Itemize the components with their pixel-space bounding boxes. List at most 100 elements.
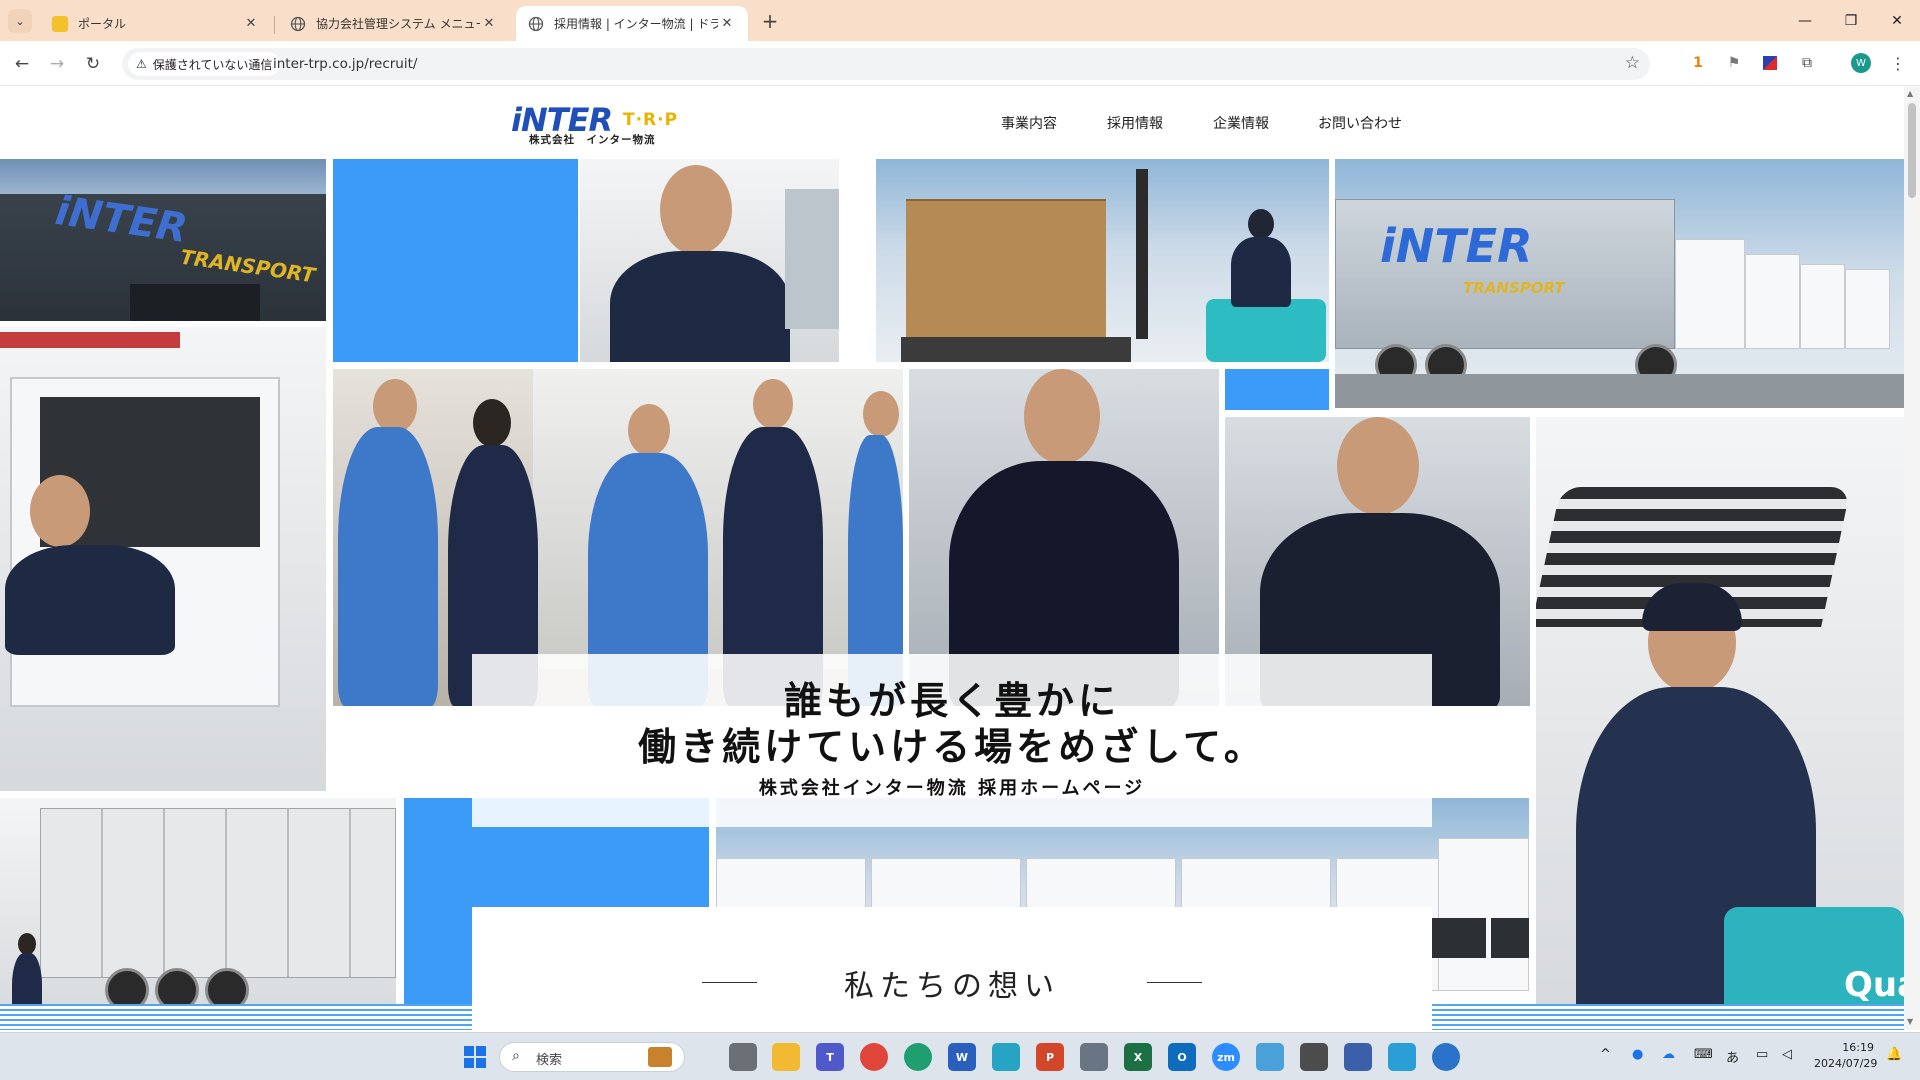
globe-icon — [290, 16, 306, 32]
person-head — [753, 379, 793, 429]
reload-button[interactable]: ↻ — [80, 51, 106, 77]
person-head — [1024, 369, 1100, 464]
volume-icon[interactable]: ◁ — [1782, 1047, 1792, 1062]
network-icon[interactable]: ▭ — [1756, 1047, 1768, 1062]
windows-start-icon[interactable] — [461, 1043, 489, 1071]
photo-building-sign: iNTER TRANSPORT — [0, 159, 326, 321]
window-close-button[interactable]: ✕ — [1874, 8, 1920, 34]
truck-front — [1438, 838, 1529, 991]
calculator-icon[interactable] — [1080, 1043, 1108, 1071]
onedrive-icon[interactable]: ☁ — [1662, 1047, 1675, 1062]
browser-menu-icon[interactable]: ⋮ — [1888, 53, 1908, 73]
nav-company[interactable]: 企業情報 — [1213, 113, 1269, 133]
truck-edge — [785, 189, 839, 329]
forward-button[interactable]: → — [44, 51, 70, 77]
section-title: 私たちの想い — [844, 969, 1060, 1004]
accent-block — [404, 928, 472, 1004]
chrome-icon[interactable] — [860, 1043, 888, 1071]
scroll-up-arrow[interactable]: ▲ — [1907, 89, 1913, 98]
page-scrollbar[interactable]: ▲ ▼ — [1904, 87, 1920, 1030]
clock-time: 16:19 — [1842, 1041, 1874, 1054]
extensions-puzzle-icon[interactable]: ⧉ — [1797, 53, 1817, 73]
forklift-sign: Qua — [1844, 965, 1904, 1005]
close-icon[interactable]: ✕ — [480, 16, 498, 31]
scroll-down-arrow[interactable]: ▼ — [1907, 1017, 1913, 1026]
task-view-icon[interactable] — [729, 1043, 757, 1071]
person-body — [338, 427, 438, 706]
tray-app-icon[interactable]: ● — [1632, 1047, 1643, 1062]
person-head — [18, 933, 36, 955]
url-text[interactable]: inter-trp.co.jp/recruit/ — [273, 56, 417, 72]
powerpoint-icon[interactable]: P — [1036, 1043, 1064, 1071]
new-tab-button[interactable]: + — [757, 8, 783, 34]
hero-heading-line2: 働き続けていける場をめざして。 — [638, 725, 1266, 769]
app-icon[interactable] — [1344, 1043, 1372, 1071]
minimize-button[interactable]: — — [1782, 8, 1828, 34]
restore-button[interactable]: ❐ — [1828, 8, 1874, 34]
outlook-icon[interactable]: O — [1168, 1043, 1196, 1071]
nav-contact[interactable]: お問い合わせ — [1318, 113, 1402, 133]
truck-side-panels — [40, 808, 396, 978]
excel-icon[interactable]: X — [1124, 1043, 1152, 1071]
extension-color-icon[interactable] — [1760, 53, 1780, 73]
extension-icon[interactable]: ⚑ — [1724, 53, 1744, 73]
tab-partner-system[interactable]: 協力会社管理システム メニュー ✕ — [278, 6, 510, 41]
truck-cab — [1745, 254, 1800, 349]
tab-title: ポータル — [78, 17, 127, 31]
close-icon[interactable]: ✕ — [718, 16, 736, 31]
app-icon[interactable] — [1300, 1043, 1328, 1071]
scroll-thumb[interactable] — [1908, 103, 1916, 198]
nav-recruit[interactable]: 採用情報 — [1107, 113, 1163, 133]
globe-icon — [528, 16, 544, 32]
person-helmet — [1248, 209, 1274, 239]
bookmark-star-icon[interactable]: ☆ — [1625, 53, 1640, 73]
word-icon[interactable]: W — [948, 1043, 976, 1071]
road — [1335, 374, 1904, 408]
security-indicator[interactable]: ⚠ 保護されていない通信 — [128, 52, 281, 76]
person-head — [30, 475, 90, 547]
title-rule-right — [1147, 982, 1202, 983]
nav-business[interactable]: 事業内容 — [1001, 113, 1057, 133]
person-head — [373, 379, 417, 433]
tab-search-button[interactable]: ⌄ — [8, 9, 32, 33]
taskbar-search[interactable]: ⌕ 検索 — [499, 1042, 685, 1072]
tab-portal[interactable]: ポータル ✕ — [40, 6, 272, 41]
app-icon[interactable] — [1256, 1043, 1284, 1071]
site-logo[interactable]: iNTER T·R·P 株式会社 インター物流 — [511, 101, 681, 146]
profile-avatar[interactable]: W — [1851, 53, 1871, 73]
edge-icon[interactable] — [904, 1043, 932, 1071]
truck-cab — [1800, 264, 1845, 349]
person-head — [628, 404, 670, 456]
briefcase-icon — [648, 1047, 672, 1067]
photo-truck-side — [0, 798, 396, 1030]
file-explorer-icon[interactable] — [772, 1043, 800, 1071]
portal-icon — [52, 15, 68, 32]
keyboard-icon[interactable]: ⌨ — [1694, 1047, 1713, 1062]
address-bar[interactable]: ⚠ 保護されていない通信 inter-trp.co.jp/recruit/ ☆ — [122, 48, 1650, 80]
tab-recruit[interactable]: 採用情報 | インター物流 | ドライバー ✕ — [516, 6, 748, 41]
browser-tabbar: ⌄ ポータル ✕ 協力会社管理システム メニュー ✕ 採用情報 | インター物流… — [0, 0, 1920, 41]
close-icon[interactable]: ✕ — [242, 16, 260, 31]
back-button[interactable]: ← — [9, 51, 35, 77]
ime-indicator[interactable]: あ — [1726, 1047, 1739, 1066]
pallet — [901, 337, 1131, 362]
app-icon[interactable] — [992, 1043, 1020, 1071]
extension-badge[interactable]: 1 — [1688, 53, 1708, 73]
forklift-mast — [1136, 169, 1148, 339]
box-line — [906, 199, 1106, 201]
teams-icon[interactable]: T — [816, 1043, 844, 1071]
tray-overflow-icon[interactable]: ^ — [1600, 1047, 1611, 1062]
section-our-thoughts: 私たちの想い — [472, 907, 1432, 1030]
person-head — [1337, 417, 1419, 515]
clock-date: 2024/07/29 — [1814, 1057, 1878, 1070]
web-page: iNTER T·R·P 株式会社 インター物流 事業内容 採用情報 企業情報 お… — [0, 87, 1904, 1030]
app-icon[interactable] — [1432, 1043, 1460, 1071]
app-icon[interactable] — [1388, 1043, 1416, 1071]
truck-sign-subtext: TRANSPORT — [1463, 279, 1565, 297]
notification-bell-icon[interactable]: 🔔 — [1886, 1047, 1902, 1062]
zoom-icon[interactable]: zm — [1212, 1043, 1240, 1071]
forklift-body — [1206, 299, 1326, 362]
truck-sign-text: iNTER — [1380, 219, 1533, 273]
clock[interactable]: 16:19 2024/07/29 — [1814, 1040, 1878, 1072]
logo-company-name: 株式会社 インター物流 — [529, 134, 656, 146]
